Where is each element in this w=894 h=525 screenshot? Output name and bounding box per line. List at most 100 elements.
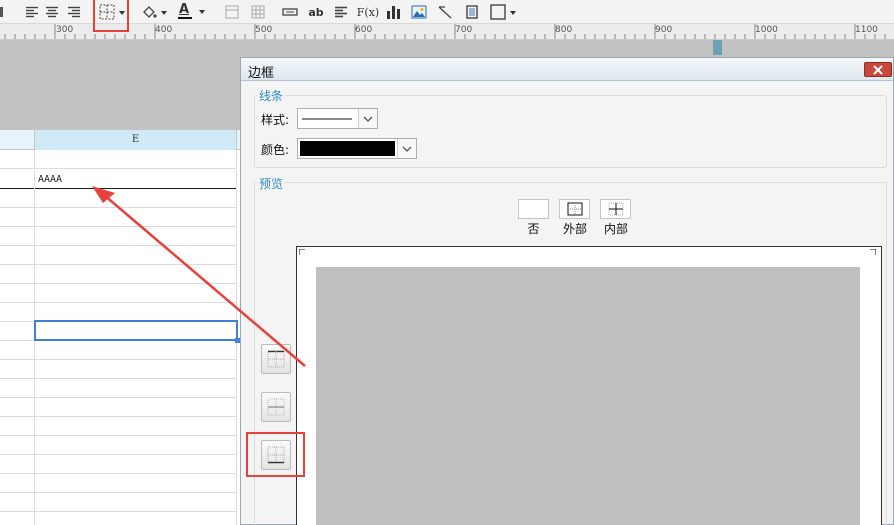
cell[interactable] <box>0 512 35 525</box>
ruler: 300 400 500 600 700 800 900 1000 1100 <box>0 24 894 40</box>
ruler-label: 400 <box>155 25 173 35</box>
cell[interactable] <box>35 360 237 379</box>
cell[interactable] <box>0 417 35 436</box>
border-dropdown-icon[interactable] <box>488 3 518 21</box>
table-row <box>0 379 237 398</box>
cell[interactable] <box>0 170 35 189</box>
table-row <box>0 512 237 525</box>
cell[interactable] <box>35 474 237 493</box>
column-header-e[interactable]: E <box>35 130 237 150</box>
preset-outline-label: 外部 <box>562 222 587 236</box>
border-middle-button[interactable] <box>261 392 291 422</box>
ruler-label: 600 <box>355 25 373 35</box>
cell[interactable] <box>35 512 237 525</box>
table-row <box>0 493 237 512</box>
preset-none-label: 否 <box>527 222 540 236</box>
cell[interactable] <box>0 436 35 455</box>
cell[interactable] <box>0 341 35 360</box>
cell[interactable] <box>35 265 237 284</box>
cell[interactable] <box>0 227 35 246</box>
color-swatch <box>300 141 395 156</box>
middle-border-icon <box>267 398 285 416</box>
cell[interactable] <box>35 493 237 512</box>
color-label: 颜色: <box>261 143 290 157</box>
dialog-title: 边框 <box>248 66 275 81</box>
selected-cell[interactable] <box>34 320 238 341</box>
align-left-icon[interactable] <box>24 3 40 21</box>
text-ab-label: ab <box>308 5 324 19</box>
cell[interactable] <box>35 189 237 208</box>
cell[interactable] <box>35 208 237 227</box>
cell[interactable] <box>0 360 35 379</box>
cell[interactable] <box>35 417 237 436</box>
line-color-select[interactable] <box>297 138 417 159</box>
cell[interactable] <box>35 379 237 398</box>
align-center-icon[interactable] <box>44 3 60 21</box>
cell[interactable] <box>0 284 35 303</box>
toolbar-edge-icon <box>0 3 6 21</box>
ruler-position-marker[interactable] <box>713 40 722 55</box>
cell[interactable] <box>0 493 35 512</box>
ruler-label: 1100 <box>855 25 878 35</box>
table-row <box>0 398 237 417</box>
cell[interactable] <box>0 455 35 474</box>
table-row <box>0 455 237 474</box>
cell[interactable] <box>0 303 35 322</box>
close-button[interactable] <box>864 62 892 77</box>
column-header-row: E <box>0 130 240 150</box>
style-label: 样式: <box>261 113 290 127</box>
cell[interactable] <box>0 322 35 341</box>
corner-mark-icon <box>870 249 876 255</box>
highlight-box-bottom-border <box>246 432 305 477</box>
toolbar: A ab F(x) <box>0 0 894 24</box>
cell[interactable] <box>0 474 35 493</box>
frame-icon[interactable] <box>464 3 480 21</box>
ruler-label: 700 <box>455 25 473 35</box>
grid-icon[interactable] <box>250 3 266 21</box>
column-header-d[interactable] <box>0 130 35 150</box>
cell[interactable] <box>0 246 35 265</box>
preset-inside-button[interactable] <box>600 199 631 219</box>
cell[interactable] <box>35 398 237 417</box>
cell[interactable] <box>35 284 237 303</box>
slash-line-icon[interactable] <box>437 3 453 21</box>
cell[interactable] <box>0 208 35 227</box>
image-icon[interactable] <box>410 3 428 21</box>
formula-icon[interactable]: F(x) <box>357 3 379 21</box>
table-row <box>0 474 237 493</box>
input-field-icon[interactable] <box>281 3 299 21</box>
cell-aaaa[interactable]: AAAA <box>35 170 237 189</box>
font-color-icon[interactable]: A <box>176 2 208 21</box>
cell[interactable] <box>35 436 237 455</box>
cell[interactable] <box>0 379 35 398</box>
top-border-icon <box>267 350 285 368</box>
ruler-label: 1000 <box>755 25 778 35</box>
dialog-titlebar[interactable]: 边框 <box>241 58 893 81</box>
fill-color-icon[interactable] <box>139 3 169 21</box>
ruler-label: 300 <box>56 25 74 35</box>
preset-outline-button[interactable] <box>559 199 590 219</box>
border-top-button[interactable] <box>261 344 291 374</box>
cell[interactable] <box>35 455 237 474</box>
cell[interactable] <box>0 189 35 208</box>
text-ab-icon[interactable]: ab <box>307 3 325 21</box>
cell[interactable] <box>0 150 35 169</box>
line-style-select[interactable] <box>297 108 378 129</box>
cell[interactable] <box>35 341 237 360</box>
paragraph-align-icon[interactable] <box>333 3 349 21</box>
cell[interactable] <box>35 246 237 265</box>
cell[interactable] <box>0 265 35 284</box>
cell[interactable] <box>35 150 237 169</box>
cell[interactable] <box>35 227 237 246</box>
table-row <box>0 284 237 303</box>
preset-inside-label: 内部 <box>603 222 628 236</box>
cell[interactable] <box>0 398 35 417</box>
line-group-title: 线条 <box>257 87 286 104</box>
table-row <box>0 227 237 246</box>
merge-cells-icon[interactable] <box>224 3 240 21</box>
align-right-icon[interactable] <box>66 3 82 21</box>
line-style-preview <box>302 118 352 120</box>
chart-icon[interactable] <box>385 3 403 21</box>
preset-none-button[interactable] <box>518 199 549 219</box>
border-preview-area[interactable] <box>316 267 860 525</box>
